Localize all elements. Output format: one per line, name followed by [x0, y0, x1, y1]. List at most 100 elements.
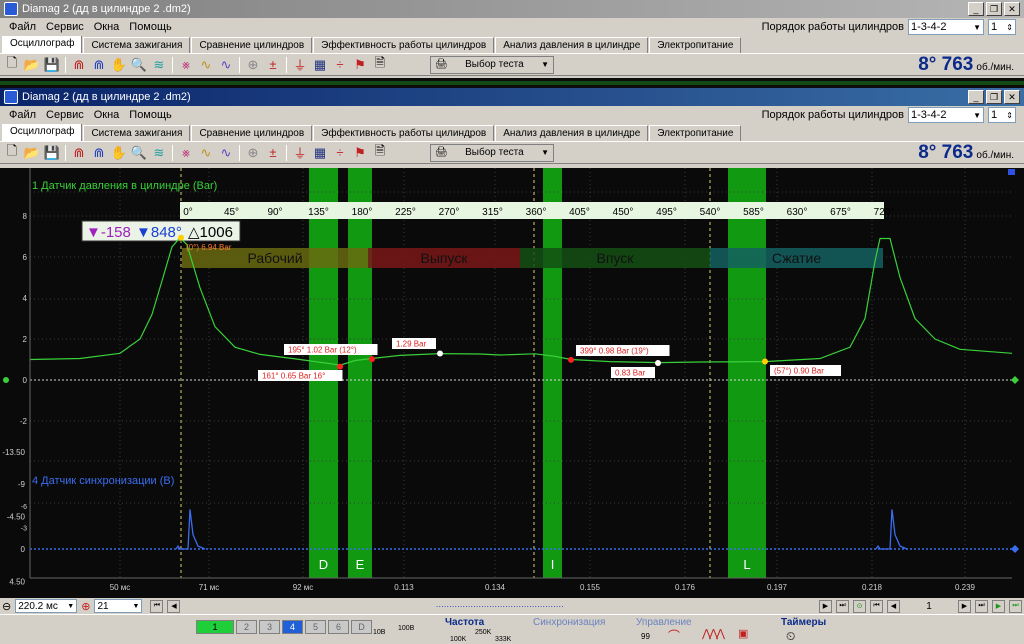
oscilloscope-plot[interactable]: Рабочий Выпуск Впуск Сжатие 0° 45° 90° 135° 180…	[0, 168, 1024, 598]
cylinder-3-button[interactable]: 3	[259, 620, 280, 634]
waves-y-icon[interactable]: ∿	[196, 55, 216, 75]
hand-icon[interactable]: ✋	[109, 143, 129, 163]
menu-service[interactable]: Сервис	[41, 109, 89, 121]
close-button[interactable]: ✕	[1004, 2, 1020, 16]
cylinder-4-button[interactable]: 4	[282, 620, 303, 634]
skip-button[interactable]: ⏭	[975, 599, 988, 613]
sawtooth-icon[interactable]: ⋀⋀⋀	[702, 627, 725, 640]
time-tick-label: 0.134	[485, 583, 506, 592]
cylinder-6-button[interactable]: 6	[328, 620, 349, 634]
tab-ignition[interactable]: Система зажигания	[83, 125, 191, 141]
menu-service[interactable]: Сервис	[41, 21, 89, 33]
scroll-handle[interactable]: ⋯⋯⋯⋯⋯⋯⋯⋯⋯⋯⋯⋯⋯⋯⋯⋯	[184, 602, 815, 611]
step-back-button[interactable]: ◀	[887, 599, 900, 613]
first-page-button[interactable]: ⏮	[150, 599, 164, 613]
marker-icon[interactable]: ±	[263, 143, 283, 163]
new-file-icon[interactable]: 🗋	[2, 55, 22, 75]
tab-cylinder-compare[interactable]: Сравнение цилиндров	[191, 37, 313, 53]
test-select[interactable]: 🖨 Выбор теста ▼	[430, 143, 554, 162]
stack-icon[interactable]: ≋	[149, 55, 169, 75]
filter-icon[interactable]: ⏚	[290, 55, 310, 75]
split-icon[interactable]: ÷	[330, 55, 350, 75]
waves-z-icon[interactable]: ∿	[216, 143, 236, 163]
notes-icon[interactable]: 🗎	[370, 55, 390, 75]
cylinder-2-button[interactable]: 2	[236, 620, 257, 634]
tab-pressure-analysis[interactable]: Анализ давления в цилиндре	[495, 37, 649, 53]
tab-pressure-analysis[interactable]: Анализ давления в цилиндре	[495, 125, 649, 141]
firing-order-select[interactable]: 1-3-4-2 ▼	[908, 107, 984, 123]
minimize-button[interactable]: _	[968, 2, 984, 16]
pulse-icon[interactable]: ⌒	[668, 627, 680, 644]
tab-oscilloscope[interactable]: Осциллограф	[2, 35, 83, 53]
zoom-icon[interactable]: 🔍	[129, 55, 149, 75]
compass-icon[interactable]: ⊕	[243, 143, 263, 163]
zoom-icon[interactable]: 🔍	[129, 143, 149, 163]
flag-icon[interactable]: ⚑	[350, 143, 370, 163]
next-page-button[interactable]: ▶	[819, 599, 832, 613]
curve-a-icon[interactable]: ⋒	[69, 143, 89, 163]
angle-tick-label: 45°	[224, 207, 239, 218]
voltage-100[interactable]: 100В	[398, 625, 414, 632]
marker-icon[interactable]: ±	[263, 55, 283, 75]
cylinder-d-button[interactable]: D	[351, 620, 372, 634]
menu-help[interactable]: Помощь	[124, 21, 177, 33]
save-icon[interactable]: 💾	[42, 55, 62, 75]
menu-windows[interactable]: Окна	[89, 109, 125, 121]
cylinder-5-button[interactable]: 5	[305, 620, 326, 634]
timer-icon[interactable]: ⏲	[786, 629, 795, 644]
stack-icon[interactable]: ≋	[149, 143, 169, 163]
waves-y-icon[interactable]: ∿	[196, 143, 216, 163]
waves-x-icon[interactable]: ⨳	[176, 143, 196, 163]
waves-x-icon[interactable]: ⨳	[176, 55, 196, 75]
cylinder-spinner[interactable]: 1 ⇕	[988, 107, 1016, 123]
table-icon[interactable]: ▦	[310, 55, 330, 75]
save-icon[interactable]: 💾	[42, 143, 62, 163]
firing-order-select[interactable]: 1-3-4-2 ▼	[908, 19, 984, 35]
waves-z-icon[interactable]: ∿	[216, 55, 236, 75]
time-scale-select[interactable]: 220.2 мс ▼	[15, 599, 78, 613]
split-icon[interactable]: ÷	[330, 143, 350, 163]
play-button[interactable]: ▶	[992, 599, 1005, 613]
restore-button[interactable]: ❐	[986, 2, 1002, 16]
hand-icon[interactable]: ✋	[109, 55, 129, 75]
voltage-10[interactable]: 10В	[373, 629, 385, 636]
menu-file[interactable]: Файл	[4, 21, 41, 33]
restore-button[interactable]: ❐	[986, 90, 1002, 104]
new-file-icon[interactable]: 🗋	[2, 143, 22, 163]
tab-cylinder-efficiency[interactable]: Эффективность работы цилиндров	[313, 125, 495, 141]
rewind-button[interactable]: ⏮	[870, 599, 883, 613]
cylinder-spinner[interactable]: 1 ⇕	[988, 19, 1016, 35]
tab-cylinder-efficiency[interactable]: Эффективность работы цилиндров	[313, 37, 495, 53]
menu-file[interactable]: Файл	[4, 109, 41, 121]
tab-oscilloscope[interactable]: Осциллограф	[2, 123, 83, 141]
filter-icon[interactable]: ⏚	[290, 143, 310, 163]
fast-play-button[interactable]: ⏭	[1009, 599, 1022, 613]
tab-power[interactable]: Электропитание	[649, 37, 742, 53]
test-select[interactable]: 🖨 Выбор теста ▼	[430, 55, 554, 74]
menu-windows[interactable]: Окна	[89, 21, 125, 33]
curve-a-icon[interactable]: ⋒	[69, 55, 89, 75]
minimize-button[interactable]: _	[968, 90, 984, 104]
cylinder-1-button[interactable]: 1	[196, 620, 234, 634]
menu-help[interactable]: Помощь	[124, 109, 177, 121]
step-forward-button[interactable]: ▶	[958, 599, 971, 613]
flag-icon[interactable]: ⚑	[350, 55, 370, 75]
table-icon[interactable]: ▦	[310, 143, 330, 163]
tab-ignition[interactable]: Система зажигания	[83, 37, 191, 53]
open-folder-icon[interactable]: 📂	[22, 143, 42, 163]
last-page-button[interactable]: ⏭	[836, 599, 849, 613]
tab-cylinder-compare[interactable]: Сравнение цилиндров	[191, 125, 313, 141]
channel-select[interactable]: 21 ▼	[94, 599, 143, 613]
tab-power[interactable]: Электропитание	[649, 125, 742, 141]
curve-b-icon[interactable]: ⋒	[89, 143, 109, 163]
time-scale-icon: ⊖	[2, 600, 12, 613]
frequency-250k[interactable]: 250K	[475, 629, 491, 636]
play-icon[interactable]: ⊙	[853, 599, 866, 613]
prev-page-button[interactable]: ◀	[167, 599, 181, 613]
open-folder-icon[interactable]: 📂	[22, 55, 42, 75]
compass-icon[interactable]: ⊕	[243, 55, 263, 75]
close-button[interactable]: ✕	[1004, 90, 1020, 104]
frame-icon[interactable]: ▣	[738, 627, 748, 640]
curve-b-icon[interactable]: ⋒	[89, 55, 109, 75]
notes-icon[interactable]: 🗎	[370, 143, 390, 163]
